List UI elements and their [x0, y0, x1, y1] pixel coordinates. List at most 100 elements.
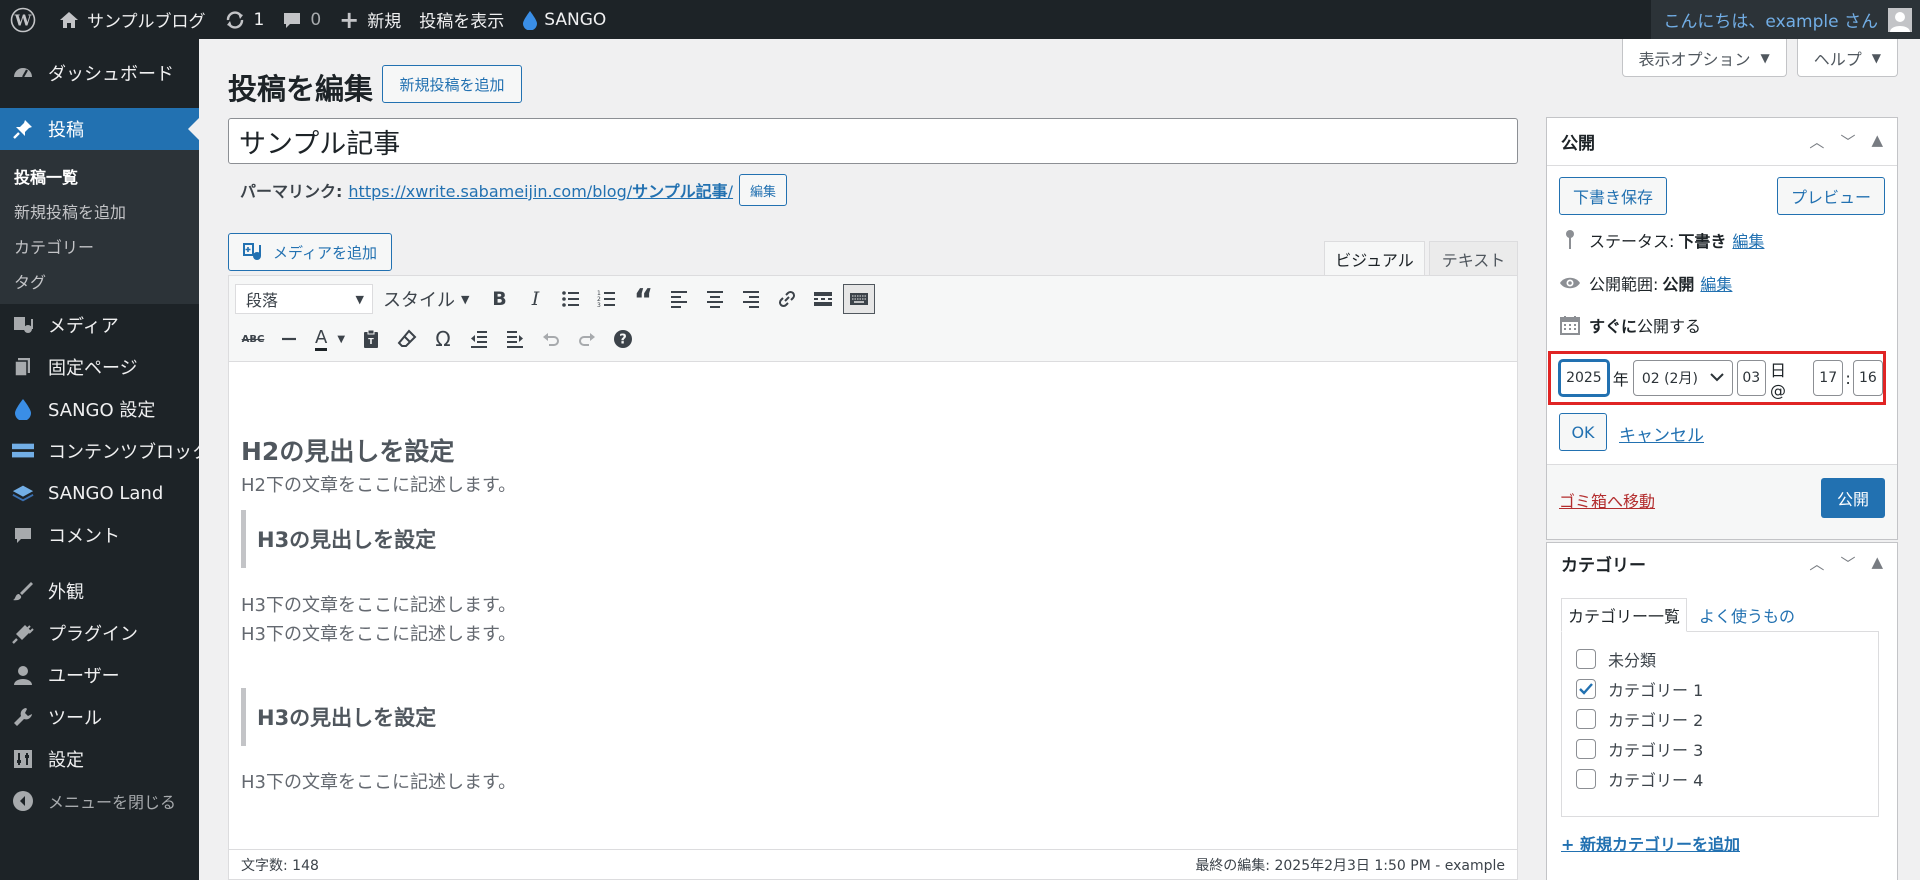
menu-appearance[interactable]: 外観	[0, 570, 199, 612]
keyboard-shortcuts-button[interactable]: ?	[605, 323, 641, 355]
checkbox[interactable]	[1576, 769, 1596, 789]
horizontal-line-button[interactable]	[271, 323, 307, 355]
menu-settings[interactable]: 設定	[0, 738, 199, 780]
checkbox-checked[interactable]	[1576, 679, 1596, 699]
move-down-icon[interactable]: ﹀	[1840, 553, 1855, 574]
submenu-add-new-post[interactable]: 新規投稿を追加	[0, 193, 199, 228]
visibility-edit-link[interactable]: 編集	[1700, 271, 1732, 295]
dashboard-icon	[12, 62, 34, 84]
save-draft-button[interactable]: 下書き保存	[1559, 177, 1667, 215]
special-character-button[interactable]: Ω	[425, 323, 461, 355]
bold-button[interactable]: B	[481, 283, 517, 315]
permalink-url[interactable]: https://xwrite.sabameijin.com/blog/サンプル記…	[348, 178, 733, 202]
format-select[interactable]: 段落 ▼	[235, 284, 373, 314]
comments-link[interactable]: 0	[273, 0, 330, 39]
move-down-icon[interactable]: ﹀	[1840, 131, 1855, 152]
add-new-category-link[interactable]: + 新規カテゴリーを追加	[1561, 831, 1740, 855]
new-content-link[interactable]: + 新規	[330, 0, 410, 39]
view-post-link[interactable]: 投稿を表示	[410, 0, 513, 39]
preview-button[interactable]: プレビュー	[1777, 177, 1885, 215]
minute-input[interactable]: 16	[1852, 360, 1883, 396]
publish-button[interactable]: 公開	[1821, 478, 1885, 518]
category-item[interactable]: カテゴリー 3	[1576, 734, 1878, 764]
post-title-input[interactable]: サンプル記事	[228, 118, 1518, 164]
menu-sango-settings[interactable]: SANGO 設定	[0, 388, 199, 430]
add-new-post-button[interactable]: 新規投稿を追加	[382, 65, 522, 103]
italic-button[interactable]: I	[517, 283, 553, 315]
sango-link[interactable]: SANGO	[513, 0, 615, 39]
category-checklist: 未分類 カテゴリー 1 カテゴリー 2 カテゴリー 3 カテゴリー 4	[1561, 631, 1879, 817]
menu-dashboard[interactable]: ダッシュボード	[0, 52, 199, 94]
content-heading-h2: H2の見出しを設定	[241, 437, 455, 466]
clear-formatting-button[interactable]	[389, 323, 425, 355]
strikethrough-button[interactable]: ABC	[235, 323, 271, 355]
month-select[interactable]: 02 (2月)	[1632, 360, 1733, 396]
tab-popular-categories[interactable]: よく使うもの	[1687, 598, 1807, 632]
user-icon	[12, 664, 34, 686]
menu-media[interactable]: メディア	[0, 304, 199, 346]
tab-text[interactable]: テキスト	[1429, 241, 1518, 275]
hour-input[interactable]: 17	[1813, 360, 1844, 396]
blockquote-button[interactable]: “	[625, 283, 661, 316]
menu-users[interactable]: ユーザー	[0, 654, 199, 696]
collapse-toggle-icon[interactable]: ▲	[1871, 131, 1883, 152]
insert-link-button[interactable]	[769, 283, 805, 315]
toolbar-toggle-button[interactable]	[843, 284, 876, 314]
screen-options-button[interactable]: 表示オプション ▼	[1621, 39, 1787, 77]
submenu-tags[interactable]: タグ	[0, 263, 199, 298]
tab-all-categories[interactable]: カテゴリー一覧	[1561, 598, 1688, 632]
menu-posts[interactable]: 投稿	[0, 108, 199, 150]
submenu-categories[interactable]: カテゴリー	[0, 228, 199, 263]
collapse-toggle-icon[interactable]: ▲	[1871, 553, 1883, 574]
menu-content-blocks[interactable]: コンテンツブロック	[0, 430, 210, 472]
checkbox[interactable]	[1576, 709, 1596, 729]
bullet-list-button[interactable]	[553, 283, 589, 315]
menu-comments[interactable]: コメント	[0, 514, 199, 556]
outdent-button[interactable]	[461, 323, 497, 355]
tab-visual[interactable]: ビジュアル	[1324, 241, 1425, 275]
move-up-icon[interactable]: ︿	[1809, 553, 1824, 574]
site-name-link[interactable]: サンプルブログ	[50, 0, 215, 39]
align-center-button[interactable]	[697, 283, 733, 315]
move-to-trash-link[interactable]: ゴミ箱へ移動	[1559, 488, 1655, 512]
text-color-button[interactable]: A ▼	[307, 323, 353, 355]
year-input[interactable]: 2025	[1559, 360, 1609, 396]
my-account-menu[interactable]: こんにちは、example さん	[1651, 0, 1920, 39]
checkbox[interactable]	[1576, 649, 1596, 669]
timestamp-ok-button[interactable]: OK	[1559, 413, 1607, 451]
status-edit-link[interactable]: 編集	[1732, 228, 1764, 252]
updates-link[interactable]: 1	[215, 0, 274, 39]
collapse-menu-button[interactable]: メニューを閉じる	[0, 780, 199, 822]
indent-icon	[507, 331, 523, 348]
help-button[interactable]: ヘルプ ▼	[1796, 39, 1898, 77]
menu-sango-land[interactable]: SANGO Land	[0, 472, 199, 514]
undo-button[interactable]	[533, 323, 569, 355]
numbered-list-button[interactable]: 123	[589, 283, 625, 315]
timestamp-cancel-link[interactable]: キャンセル	[1619, 421, 1704, 446]
category-item[interactable]: カテゴリー 4	[1576, 764, 1878, 794]
day-input[interactable]: 03	[1736, 360, 1766, 396]
word-count: 文字数: 148	[241, 857, 319, 874]
align-left-button[interactable]	[661, 283, 697, 315]
indent-button[interactable]	[497, 323, 533, 355]
menu-pages[interactable]: 固定ページ	[0, 346, 199, 388]
menu-plugins[interactable]: プラグイン	[0, 612, 199, 654]
category-item[interactable]: 未分類	[1576, 644, 1878, 674]
permalink-row: パーマリンク: https://xwrite.sabameijin.com/bl…	[240, 174, 788, 206]
submenu-all-posts[interactable]: 投稿一覧	[0, 158, 199, 193]
plus-icon: +	[339, 5, 360, 34]
wordpress-logo-button[interactable]: W	[0, 0, 50, 39]
permalink-edit-button[interactable]: 編集	[739, 174, 788, 206]
checkbox[interactable]	[1576, 739, 1596, 759]
category-item[interactable]: カテゴリー 1	[1576, 674, 1878, 704]
add-media-button[interactable]: メディアを追加	[228, 233, 392, 271]
editor-content-area[interactable]: H2の見出しを設定 H2下の文章をここに記述します。 H3の見出しを設定 H3下…	[229, 363, 1517, 849]
style-select[interactable]: スタイル ▼	[383, 286, 469, 312]
menu-tools[interactable]: ツール	[0, 696, 199, 738]
align-right-button[interactable]	[733, 283, 769, 315]
move-up-icon[interactable]: ︿	[1809, 131, 1824, 152]
paste-as-text-button[interactable]: T	[353, 323, 389, 355]
redo-button[interactable]	[569, 323, 605, 355]
read-more-button[interactable]	[805, 283, 841, 315]
category-item[interactable]: カテゴリー 2	[1576, 704, 1878, 734]
